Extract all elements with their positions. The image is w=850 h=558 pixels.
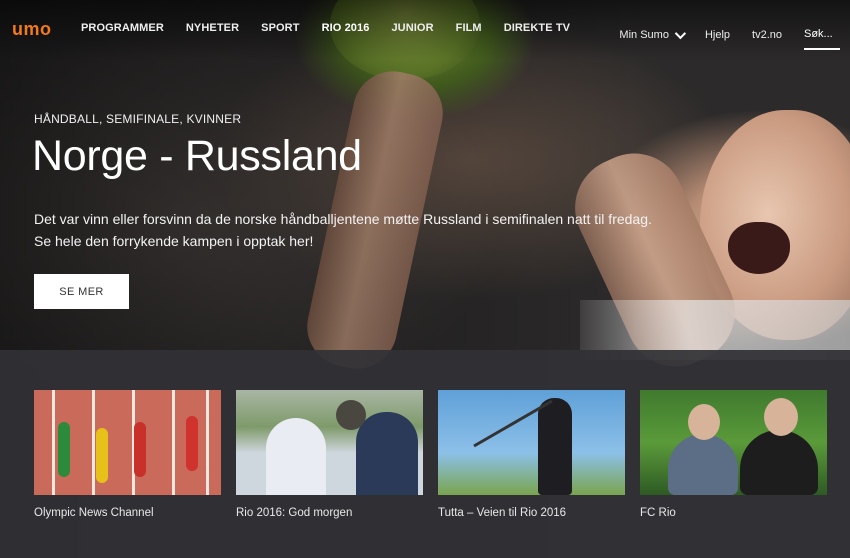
nav-film[interactable]: FILM	[456, 22, 482, 34]
thumbnail-image[interactable]	[236, 390, 423, 495]
hero-description: Det var vinn eller forsvinn da de norske…	[34, 211, 652, 249]
main-menu: PROGRAMMER NYHETER SPORT RIO 2016 JUNIOR…	[81, 22, 592, 34]
search-box	[804, 20, 840, 50]
my-sumo-label: Min Sumo	[619, 29, 669, 41]
card-title[interactable]: FC Rio	[640, 507, 827, 519]
program-card[interactable]: Tutta – Veien til Rio 2016	[438, 390, 625, 519]
card-title[interactable]: Rio 2016: God morgen	[236, 507, 423, 519]
program-card[interactable]: Olympic News Channel	[34, 390, 221, 519]
nav-nyheter[interactable]: NYHETER	[186, 22, 239, 34]
thumbnail-image[interactable]	[34, 390, 221, 495]
nav-sport[interactable]: SPORT	[261, 22, 299, 34]
help-link[interactable]: Hjelp	[705, 29, 730, 41]
nav-direkte-tv[interactable]: DIREKTE TV	[504, 22, 570, 34]
my-sumo-dropdown[interactable]: Min Sumo	[619, 27, 687, 41]
search-input[interactable]	[804, 28, 840, 40]
card-title[interactable]: Tutta – Veien til Rio 2016	[438, 507, 625, 519]
nav-junior[interactable]: JUNIOR	[391, 22, 433, 34]
program-card[interactable]: FC Rio	[640, 390, 827, 519]
thumbnail-image[interactable]	[640, 390, 827, 495]
sumo-logo[interactable]: umo	[12, 19, 52, 40]
program-carousel: Olympic News Channel Rio 2016: God morge…	[34, 390, 842, 519]
nav-programmer[interactable]: PROGRAMMER	[81, 22, 164, 34]
see-more-button[interactable]: SE MER	[34, 274, 129, 309]
hero-title: Norge - Russland	[32, 132, 362, 180]
top-navigation: umo PROGRAMMER NYHETER SPORT RIO 2016 JU…	[0, 0, 850, 56]
nav-rio-2016[interactable]: RIO 2016	[322, 22, 370, 34]
hero-kicker: HÅNDBALL, SEMIFINALE, KVINNER	[34, 112, 242, 126]
user-menu: Min Sumo Hjelp tv2.no	[619, 20, 840, 50]
thumbnail-image[interactable]	[438, 390, 625, 495]
card-title[interactable]: Olympic News Channel	[34, 507, 221, 519]
chevron-down-icon	[674, 27, 687, 40]
program-card[interactable]: Rio 2016: God morgen	[236, 390, 423, 519]
tv2-link[interactable]: tv2.no	[752, 29, 782, 41]
